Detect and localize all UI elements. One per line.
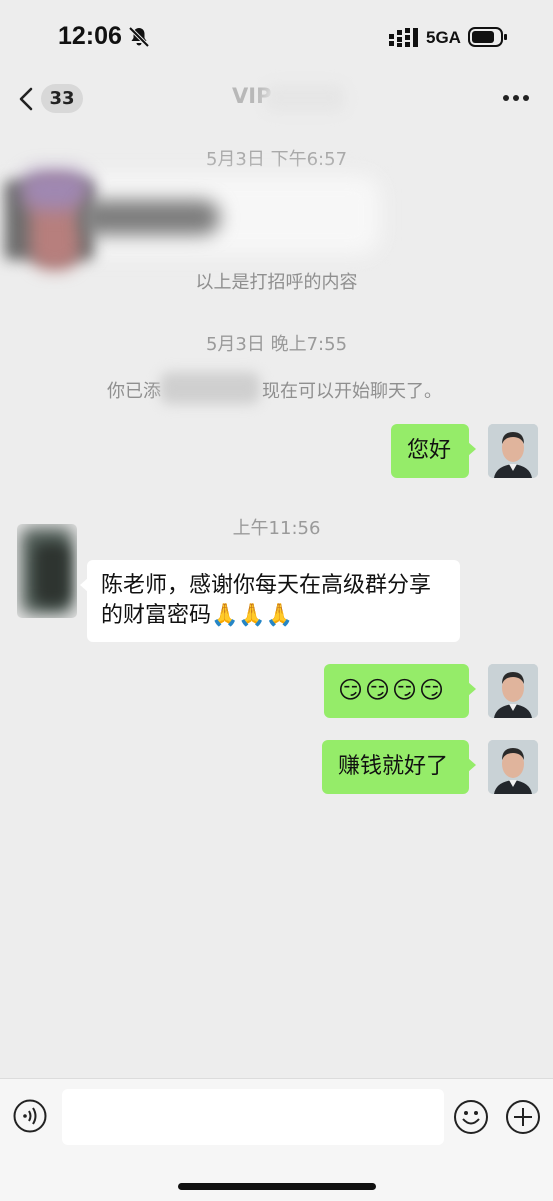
more-icon[interactable]	[500, 86, 534, 110]
pray-emoji: 🙏🙏🙏	[211, 603, 294, 628]
unread-badge[interactable]: 33	[41, 84, 83, 113]
battery-icon	[468, 27, 507, 47]
plus-icon[interactable]	[505, 1099, 541, 1135]
avatar-photo	[488, 740, 538, 794]
my-avatar[interactable]	[488, 664, 538, 718]
message-text: 您好	[407, 438, 452, 463]
timestamp: 上午11:56	[232, 518, 321, 539]
added-notice-suffix: 现在可以开始聊天了。	[262, 381, 442, 402]
my-avatar[interactable]	[488, 424, 538, 478]
smirk-emojis: 😏😏😏😏	[338, 676, 447, 704]
voice-icon[interactable]	[13, 1099, 47, 1133]
back-chevron-icon[interactable]	[16, 86, 38, 112]
my-message-bubble[interactable]: 您好	[391, 424, 476, 478]
avatar-photo	[488, 664, 538, 718]
bell-muted-icon	[128, 26, 150, 48]
timestamp: 5月3日 晚上7:55	[205, 334, 348, 355]
greeting-note: 以上是打招呼的内容	[195, 272, 358, 293]
message-input[interactable]	[62, 1089, 444, 1145]
network-type: 5GA	[426, 28, 461, 47]
message-text: 赚钱就好了	[338, 754, 449, 779]
message-text-line2: 的财富密码	[101, 603, 212, 628]
my-message-bubble[interactable]: 赚钱就好了	[322, 740, 476, 794]
avatar-photo	[488, 424, 538, 478]
added-notice-prefix: 你已添	[107, 381, 161, 402]
contact-avatar[interactable]	[17, 524, 77, 618]
contact-message-bubble[interactable]: 陈老师，感谢你每天在高级群分享 的财富密码🙏🙏🙏	[80, 560, 460, 642]
status-bar: 12:06 5GA	[0, 0, 553, 70]
timestamp: 5月3日 下午6:57	[205, 149, 348, 170]
signal-icon	[389, 28, 418, 47]
status-time: 12:06	[58, 22, 122, 50]
home-indicator	[178, 1183, 376, 1190]
my-avatar[interactable]	[488, 740, 538, 794]
title-redaction	[265, 84, 345, 112]
message-text-line1: 陈老师，感谢你每天在高级群分享	[101, 573, 432, 598]
chat-header: 33 VIP	[0, 72, 553, 124]
emoji-icon[interactable]	[453, 1099, 489, 1135]
my-message-bubble[interactable]: 😏😏😏😏	[324, 664, 476, 718]
